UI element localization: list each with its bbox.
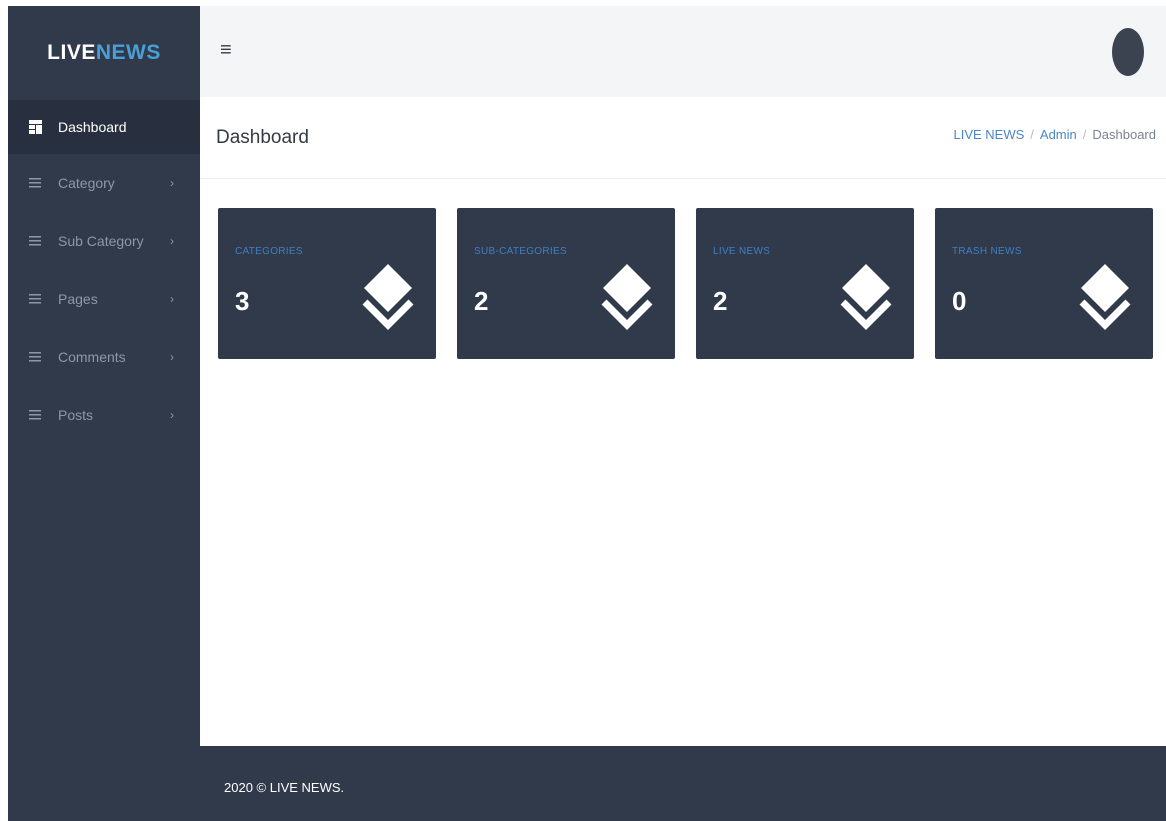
card-value: 2 xyxy=(474,286,489,316)
breadcrumb-link-admin[interactable]: Admin xyxy=(1040,127,1077,142)
breadcrumb-link-live-news[interactable]: LIVE NEWS xyxy=(953,127,1024,142)
list-icon xyxy=(28,176,42,190)
sidebar-item-comments[interactable]: Comments › xyxy=(8,328,200,386)
stat-card-trash-news[interactable]: TRASH NEWS 0 xyxy=(935,208,1153,359)
page-header: Dashboard LIVE NEWS / Admin / Dashboard xyxy=(200,97,1166,179)
layers-icon xyxy=(601,264,653,330)
sidebar-item-label: Comments xyxy=(58,349,126,365)
chevron-right-icon: › xyxy=(170,292,174,306)
layers-icon xyxy=(1079,264,1131,330)
sidebar-item-label: Posts xyxy=(58,407,94,423)
chevron-right-icon: › xyxy=(170,350,174,364)
footer: 2020 © LIVE NEWS. xyxy=(200,746,1166,821)
sidebar-menu: Dashboard Category › Sub Category › Page… xyxy=(8,100,200,444)
breadcrumb: LIVE NEWS / Admin / Dashboard xyxy=(953,127,1156,142)
sidebar-item-label: Dashboard xyxy=(58,119,127,135)
chevron-right-icon: › xyxy=(170,234,174,248)
breadcrumb-separator: / xyxy=(1082,127,1087,142)
sidebar-item-label: Sub Category xyxy=(58,233,144,249)
layers-icon xyxy=(362,264,414,330)
avatar[interactable] xyxy=(1112,28,1144,76)
sidebar-item-dashboard[interactable]: Dashboard xyxy=(8,100,200,154)
list-icon xyxy=(28,234,42,248)
hamburger-menu-icon[interactable]: ≡ xyxy=(220,40,232,60)
chevron-right-icon: › xyxy=(170,408,174,422)
list-icon xyxy=(28,292,42,306)
page-title: Dashboard xyxy=(216,127,309,148)
breadcrumb-separator: / xyxy=(1030,127,1034,142)
card-label: LIVE NEWS xyxy=(713,246,771,257)
sidebar-item-label: Pages xyxy=(58,291,98,307)
layers-icon xyxy=(840,264,892,330)
sidebar: LIVE NEWS Dashboard Category › Sub Catego… xyxy=(8,6,200,821)
stat-card-categories[interactable]: CATEGORIES 3 xyxy=(218,208,436,359)
card-value: 2 xyxy=(713,286,728,316)
footer-copyright: 2020 © LIVE NEWS. xyxy=(224,780,345,795)
card-value: 3 xyxy=(235,286,250,316)
sidebar-item-pages[interactable]: Pages › xyxy=(8,270,200,328)
card-label: TRASH NEWS xyxy=(952,246,1022,257)
sidebar-item-posts[interactable]: Posts › xyxy=(8,386,200,444)
brand-part-live: LIVE xyxy=(47,41,96,64)
stat-card-sub-categories[interactable]: SUB-CATEGORIES 2 xyxy=(457,208,675,359)
top-header: ≡ xyxy=(200,6,1166,97)
sidebar-item-label: Category xyxy=(58,175,115,191)
breadcrumb-current: Dashboard xyxy=(1092,127,1156,142)
sidebar-item-category[interactable]: Category › xyxy=(8,154,200,212)
card-label: CATEGORIES xyxy=(235,246,303,257)
card-value: 0 xyxy=(952,286,967,316)
brand-part-news: NEWS xyxy=(95,41,161,64)
dashboard-icon xyxy=(28,120,42,134)
brand-logo[interactable]: LIVE NEWS xyxy=(8,6,200,100)
list-icon xyxy=(28,408,42,422)
chevron-right-icon: › xyxy=(170,176,174,190)
list-icon xyxy=(28,350,42,364)
stat-card-live-news[interactable]: LIVE NEWS 2 xyxy=(696,208,914,359)
sidebar-item-sub-category[interactable]: Sub Category › xyxy=(8,212,200,270)
card-label: SUB-CATEGORIES xyxy=(474,246,567,257)
